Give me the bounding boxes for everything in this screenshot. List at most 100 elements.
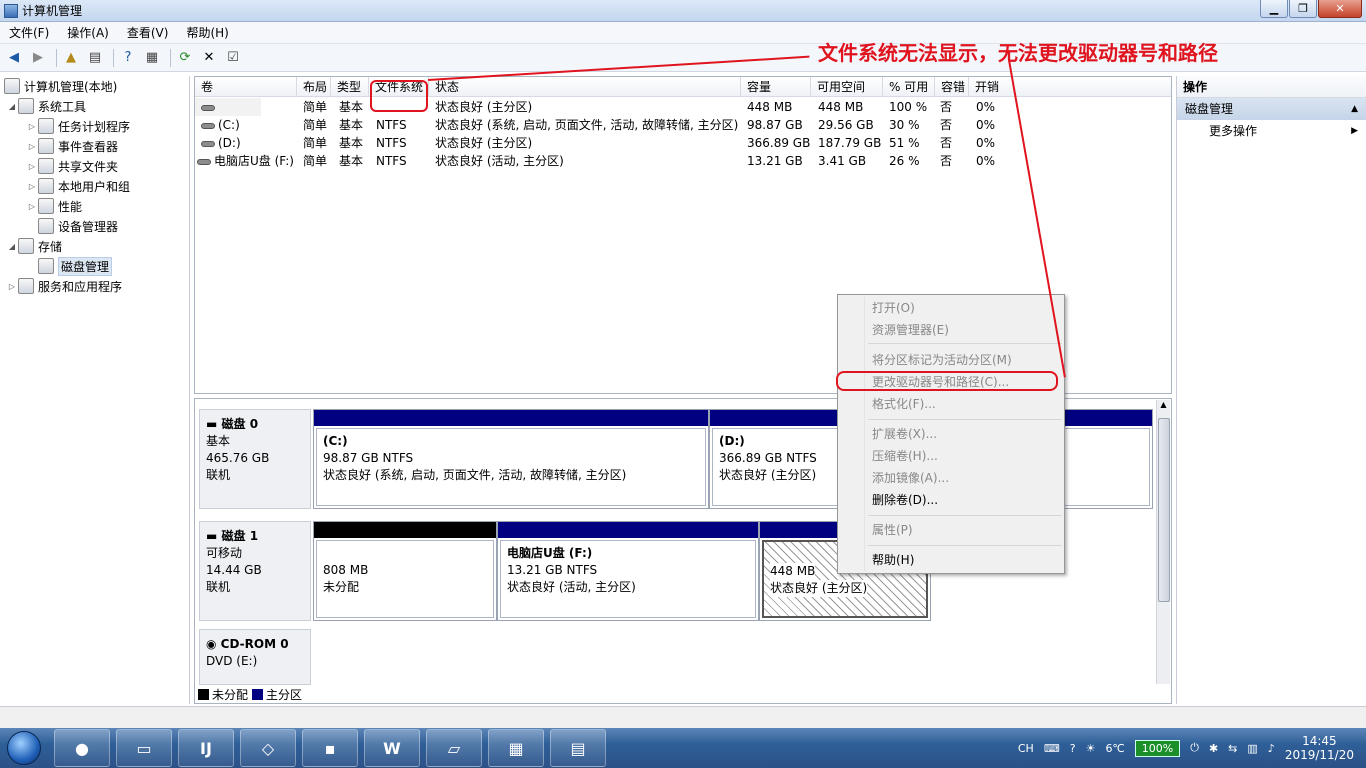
disk-0-label[interactable]: ▬ 磁盘 0 基本 465.76 GB 联机 <box>199 409 311 509</box>
menu-item-add-mirror[interactable]: 添加镜像(A)... <box>872 468 949 488</box>
volume-list-header: 卷 布局 类型 文件系统 状态 容量 可用空间 % 可用 容错 开销 <box>195 77 1171 97</box>
col-free-space[interactable]: 可用空间 <box>811 77 883 97</box>
collapsed-arrow-icon[interactable]: ▷ <box>26 122 38 131</box>
tree-disk-management[interactable]: 磁盘管理 <box>38 256 113 276</box>
menu-view[interactable]: 查看(V) <box>118 22 178 44</box>
primary-partition-bar <box>498 522 758 538</box>
cell-fault-tolerance: 否 <box>940 136 953 150</box>
tree-shared-folders[interactable]: ▷ 共享文件夹 <box>26 156 118 176</box>
disk-name-text: 磁盘 1 <box>221 529 259 543</box>
collapsed-arrow-icon[interactable]: ▷ <box>26 162 38 171</box>
tree-performance[interactable]: ▷ 性能 <box>26 196 82 216</box>
disk-1-label[interactable]: ▬ 磁盘 1 可移动 14.44 GB 联机 <box>199 521 311 621</box>
disk-type: 基本 <box>206 434 231 448</box>
scroll-up-icon[interactable]: ▲ <box>1157 400 1170 409</box>
close-button[interactable]: ✕ <box>1318 0 1362 18</box>
partition-c[interactable]: (C:) 98.87 GB NTFS 状态良好 (系统, 启动, 页面文件, 活… <box>313 409 709 509</box>
menu-item-open[interactable]: 打开(O) <box>872 298 915 318</box>
tree-local-users[interactable]: ▷ 本地用户和组 <box>26 176 130 196</box>
col-layout[interactable]: 布局 <box>297 77 331 97</box>
menu-item-mark-active[interactable]: 将分区标记为活动分区(M) <box>872 350 1012 370</box>
menu-item-format[interactable]: 格式化(F)... <box>872 394 936 414</box>
temperature[interactable]: 6℃ <box>1105 742 1124 755</box>
menu-item-shrink[interactable]: 压缩卷(H)... <box>872 446 938 466</box>
col-type[interactable]: 类型 <box>331 77 369 97</box>
battery-indicator[interactable]: 100% <box>1134 739 1181 757</box>
tree-task-scheduler[interactable]: ▷ 任务计划程序 <box>26 116 130 136</box>
notes-taskbar-icon[interactable]: ▱ <box>426 729 482 767</box>
col-volume[interactable]: 卷 <box>195 77 297 97</box>
col-fault-tolerance[interactable]: 容错 <box>935 77 969 97</box>
table-row[interactable]: 简单 基本 状态良好 (主分区) 448 MB 448 MB 100 % 否 0… <box>195 98 1171 116</box>
menu-item-delete-volume[interactable]: 删除卷(D)... <box>872 490 938 510</box>
collapsed-arrow-icon[interactable]: ▷ <box>26 142 38 151</box>
delete-icon[interactable]: ✕ <box>199 48 219 68</box>
restore-button[interactable]: ❐ <box>1289 0 1317 18</box>
help-tray-icon[interactable]: ? <box>1070 742 1076 755</box>
actions-section-disk-management[interactable]: 磁盘管理 ▲ <box>1177 98 1366 120</box>
file-explorer-taskbar-icon[interactable]: ▭ <box>116 729 172 767</box>
col-percent-free[interactable]: % 可用 <box>883 77 935 97</box>
properties-icon[interactable]: ▦ <box>142 48 162 68</box>
intellij-taskbar-icon[interactable]: IJ <box>178 729 234 767</box>
up-folder-icon[interactable]: ▲ <box>61 48 81 68</box>
weather-icon[interactable]: ☀ <box>1086 742 1096 755</box>
partition-f[interactable]: 电脑店U盘 (F:) 13.21 GB NTFS 状态良好 (活动, 主分区) <box>497 521 759 621</box>
scrollbar-thumb[interactable] <box>1158 418 1170 602</box>
command-prompt-taskbar-icon[interactable]: ▪ <box>302 729 358 767</box>
tree-device-manager[interactable]: 设备管理器 <box>38 216 118 236</box>
minimize-button[interactable]: ▁ <box>1260 0 1288 18</box>
chrome-taskbar-icon[interactable]: ● <box>54 729 110 767</box>
partition-unallocated[interactable]: 808 MB 未分配 <box>313 521 497 621</box>
expanded-arrow-icon[interactable]: ◢ <box>6 242 18 251</box>
control-panel-taskbar-icon[interactable]: ▦ <box>488 729 544 767</box>
tree-services-apps[interactable]: ▷ 服务和应用程序 <box>6 276 122 296</box>
volume-icon[interactable]: ♪ <box>1268 742 1275 755</box>
drive-icon <box>201 122 215 129</box>
bluetooth-icon[interactable]: ✱ <box>1209 742 1218 755</box>
network-icon[interactable]: ▥ <box>1247 742 1257 755</box>
cdrom-0-label[interactable]: ◉ CD-ROM 0 DVD (E:) <box>199 629 311 685</box>
col-overhead[interactable]: 开销 <box>969 77 1171 97</box>
power-plug-icon[interactable]: ⏻ <box>1190 741 1199 755</box>
menu-item-explorer[interactable]: 资源管理器(E) <box>872 320 949 340</box>
table-row[interactable]: (C:) 简单 基本 NTFS 状态良好 (系统, 启动, 页面文件, 活动, … <box>195 116 1171 134</box>
menu-item-properties[interactable]: 属性(P) <box>872 520 913 540</box>
disk-pane-scrollbar[interactable]: ▲ <box>1156 400 1170 684</box>
tree-system-tools[interactable]: ◢ 系统工具 <box>6 96 86 116</box>
menu-help[interactable]: 帮助(H) <box>177 22 237 44</box>
collapsed-arrow-icon[interactable]: ▷ <box>26 202 38 211</box>
wps-taskbar-icon[interactable]: W <box>364 729 420 767</box>
collapsed-arrow-icon[interactable]: ▷ <box>26 182 38 191</box>
back-icon[interactable]: ◀ <box>4 48 24 68</box>
check-icon[interactable]: ☑ <box>223 48 243 68</box>
col-status[interactable]: 状态 <box>429 77 741 97</box>
start-button[interactable] <box>0 728 48 768</box>
collapse-up-icon[interactable]: ▲ <box>1351 98 1358 120</box>
show-hide-tree-icon[interactable]: ▤ <box>85 48 105 68</box>
partition-status: 未分配 <box>323 580 360 594</box>
tree-root[interactable]: 计算机管理(本地) <box>4 76 117 96</box>
language-indicator[interactable]: CH <box>1018 742 1034 755</box>
tree-storage[interactable]: ◢ 存储 <box>6 236 62 256</box>
menu-item-extend[interactable]: 扩展卷(X)... <box>872 424 937 444</box>
refresh-icon[interactable]: ⟳ <box>175 48 195 68</box>
tree-event-viewer[interactable]: ▷ 事件查看器 <box>26 136 118 156</box>
collapsed-arrow-icon[interactable]: ▷ <box>6 282 18 291</box>
cell-overhead: 0% <box>976 136 996 150</box>
visual-studio-taskbar-icon[interactable]: ◇ <box>240 729 296 767</box>
legend-unallocated-label: 未分配 <box>212 687 249 702</box>
menu-file[interactable]: 文件(F) <box>0 22 58 44</box>
more-actions-link[interactable]: 更多操作 ▶ <box>1177 120 1366 142</box>
expanded-arrow-icon[interactable]: ◢ <box>6 102 18 111</box>
col-capacity[interactable]: 容量 <box>741 77 811 97</box>
usb-icon[interactable]: ⇆ <box>1228 742 1237 755</box>
forward-icon[interactable]: ▶ <box>28 48 48 68</box>
users-icon <box>38 178 54 194</box>
menu-item-help[interactable]: 帮助(H) <box>872 550 914 570</box>
help-icon[interactable]: ? <box>118 48 138 68</box>
computer-management-taskbar-icon[interactable]: ▤ <box>550 729 606 767</box>
keyboard-icon[interactable]: ⌨ <box>1044 742 1060 755</box>
menu-action[interactable]: 操作(A) <box>58 22 118 44</box>
clock[interactable]: 14:45 2019/11/20 <box>1285 734 1354 762</box>
